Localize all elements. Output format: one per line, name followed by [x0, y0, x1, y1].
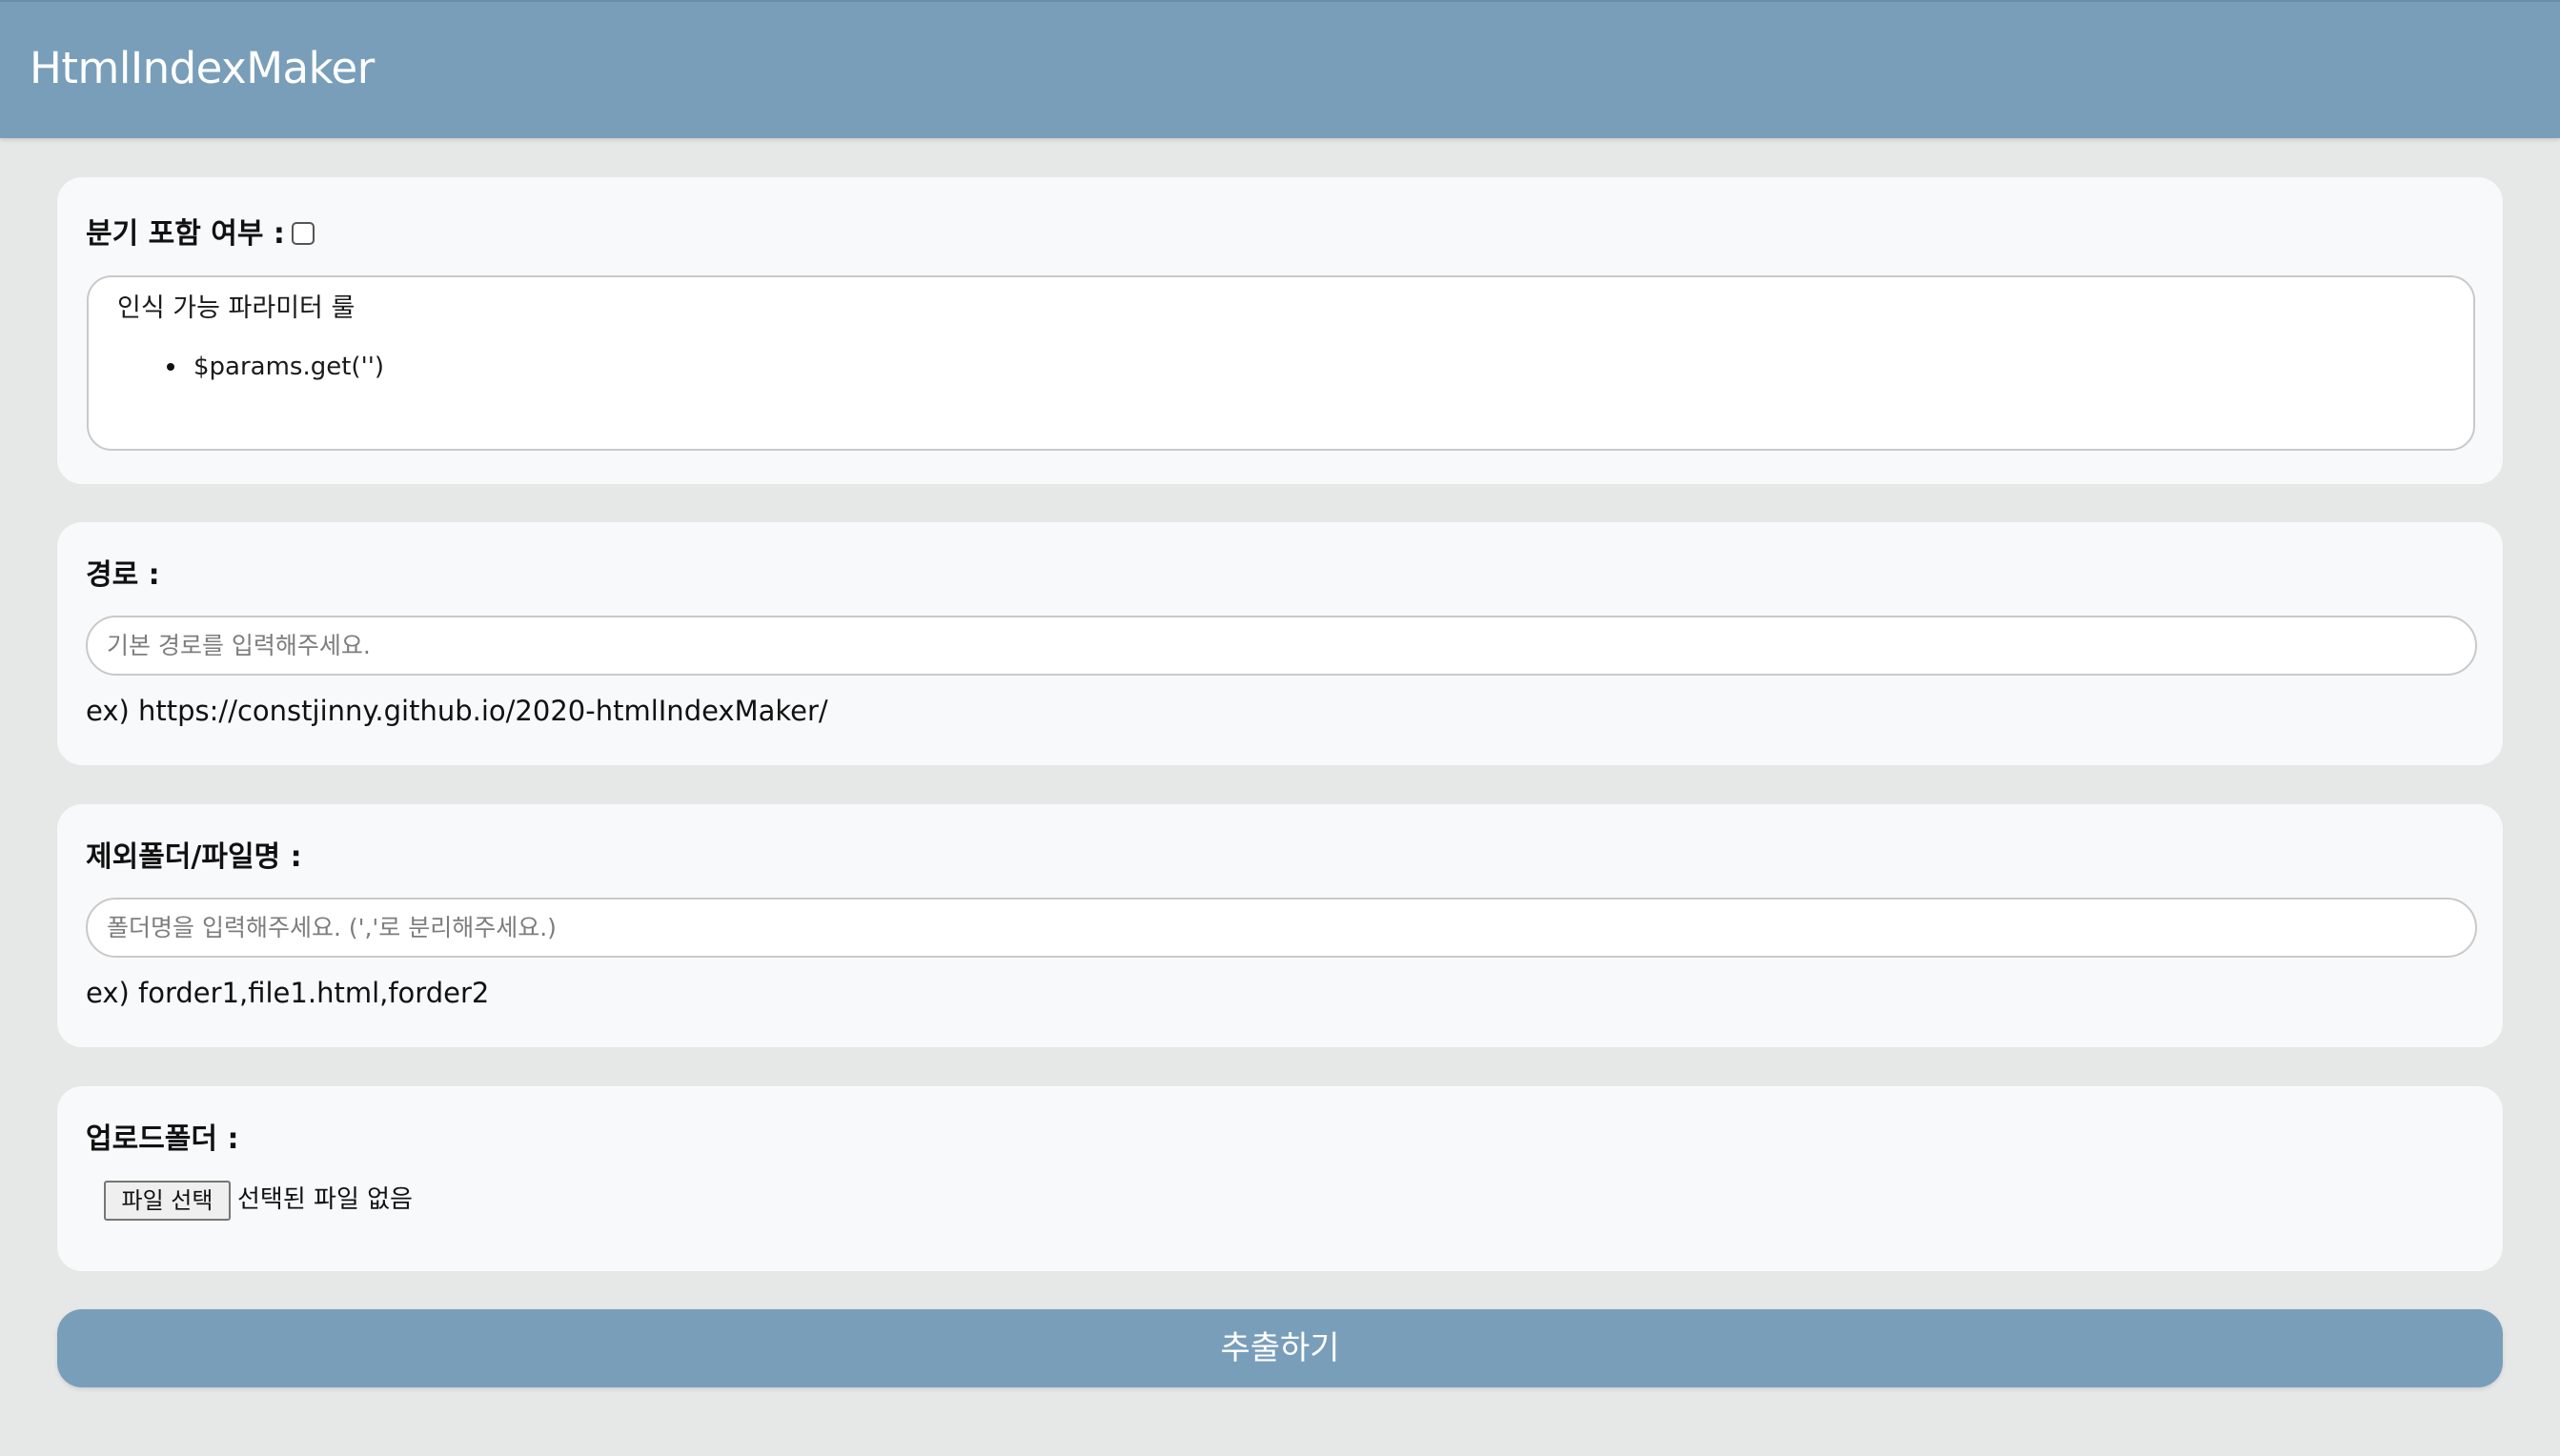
exclude-card: 제외폴더/파일명 : ex) forder1,file1.html,forder…	[57, 804, 2503, 1047]
path-input[interactable]	[86, 616, 2477, 676]
app-title: HtmlIndexMaker	[30, 43, 375, 93]
upload-card: 업로드폴더 : 파일 선택 선택된 파일 없음	[57, 1086, 2503, 1271]
extract-button[interactable]: 추출하기	[57, 1309, 2503, 1387]
parameter-rules-box: 인식 가능 파라미터 룰 $params.get('')	[87, 275, 2475, 451]
path-label: 경로 :	[86, 558, 160, 592]
parameter-rule-item: $params.get('')	[193, 353, 385, 381]
branch-options-card: 분기 포함 여부 : 인식 가능 파라미터 룰 $params.get('')	[57, 177, 2503, 484]
bullet-icon	[167, 363, 174, 371]
upload-label: 업로드폴더 :	[86, 1122, 239, 1156]
exclude-label: 제외폴더/파일명 :	[86, 840, 302, 874]
parameter-rules-title: 인식 가능 파라미터 룰	[117, 293, 356, 323]
file-status-text: 선택된 파일 없음	[237, 1185, 413, 1214]
path-card: 경로 : ex) https://constjinny.github.io/20…	[57, 522, 2503, 765]
app-header: HtmlIndexMaker	[0, 0, 2560, 138]
branch-include-label: 분기 포함 여부 :	[86, 217, 285, 251]
branch-include-checkbox[interactable]	[292, 222, 315, 245]
exclude-input[interactable]	[86, 898, 2477, 958]
file-select-button[interactable]: 파일 선택	[104, 1181, 231, 1221]
path-example: ex) https://constjinny.github.io/2020-ht…	[86, 695, 828, 727]
exclude-example: ex) forder1,file1.html,forder2	[86, 977, 490, 1009]
